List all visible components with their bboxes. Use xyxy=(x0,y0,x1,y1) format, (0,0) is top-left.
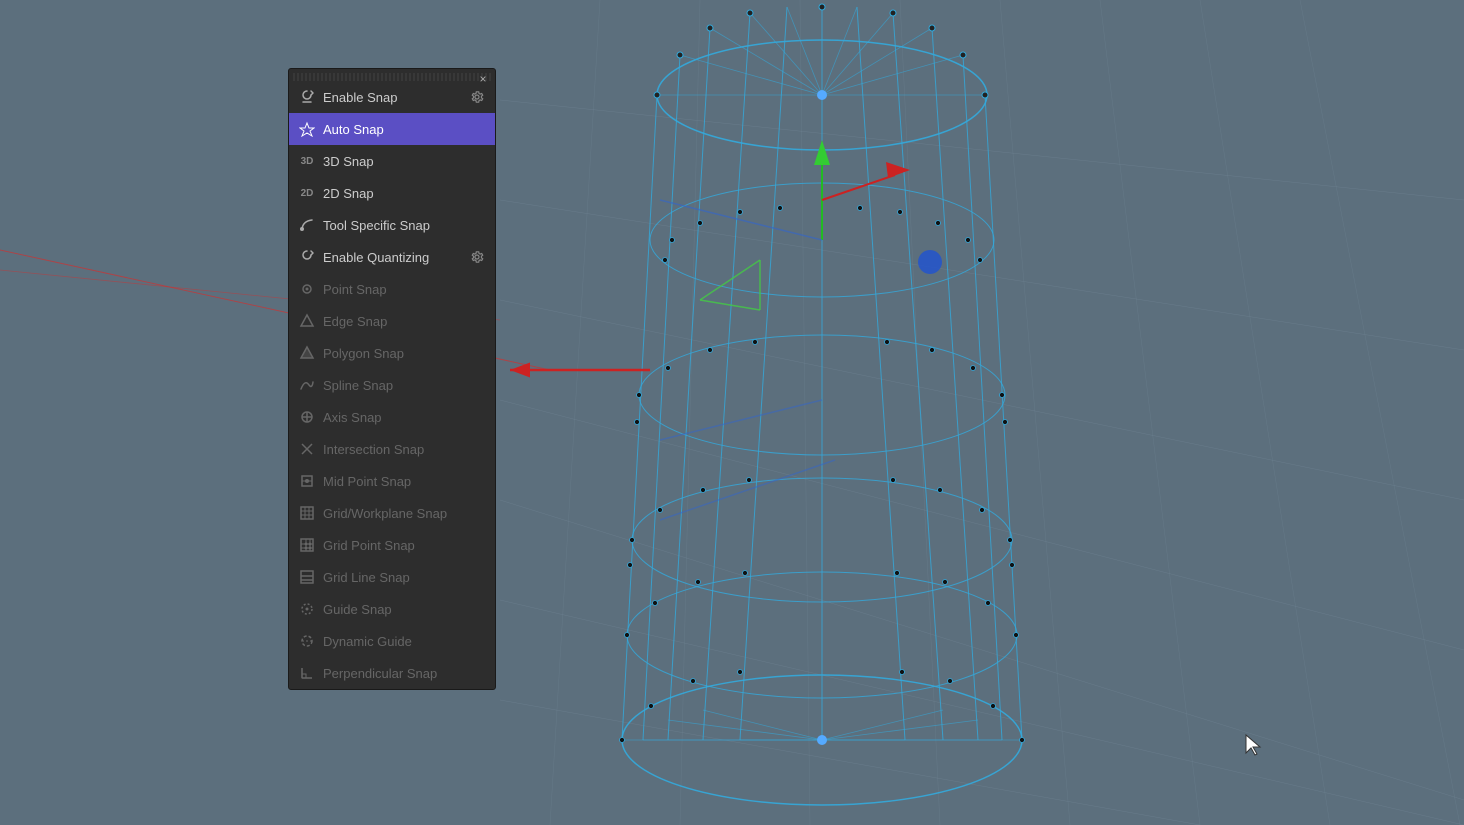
item-label-auto-snap: Auto Snap xyxy=(323,122,487,137)
panel-item-guide-snap: Guide Snap xyxy=(289,593,495,625)
panel-item-enable-quantizing[interactable]: Enable Quantizing xyxy=(289,241,495,273)
item-label-axis-snap: Axis Snap xyxy=(323,410,487,425)
panel-item-3d-snap[interactable]: 3D 3D Snap xyxy=(289,145,495,177)
panel-item-point-snap: Point Snap xyxy=(289,273,495,305)
panel-item-auto-snap[interactable]: Auto Snap xyxy=(289,113,495,145)
item-icon-intersection-snap xyxy=(297,439,317,459)
panel-drag-handle[interactable] xyxy=(293,73,491,81)
panel-item-dynamic-guide: Dynamic Guide xyxy=(289,625,495,657)
panel-item-spline-snap: Spline Snap xyxy=(289,369,495,401)
item-label-polygon-snap: Polygon Snap xyxy=(323,346,487,361)
item-icon-tool-specific-snap xyxy=(297,215,317,235)
panel-item-enable-snap[interactable]: Enable Snap xyxy=(289,81,495,113)
viewport xyxy=(0,0,1464,825)
item-label-grid-line-snap: Grid Line Snap xyxy=(323,570,487,585)
viewport-grid xyxy=(0,0,1464,825)
item-label-3d-snap: 3D Snap xyxy=(323,154,487,169)
item-icon-2d-snap: 2D xyxy=(297,183,317,203)
item-label-intersection-snap: Intersection Snap xyxy=(323,442,487,457)
panel-item-grid-point-snap: Grid Point Snap xyxy=(289,529,495,561)
item-icon-grid-line-snap xyxy=(297,567,317,587)
panel-item-polygon-snap: Polygon Snap xyxy=(289,337,495,369)
snap-panel: × Enable Snap Auto Snap 3D 3D Snap 2D 2D… xyxy=(288,68,496,690)
panel-item-edge-snap: Edge Snap xyxy=(289,305,495,337)
item-label-mid-point-snap: Mid Point Snap xyxy=(323,474,487,489)
item-icon-perpendicular-snap xyxy=(297,663,317,683)
item-gear-enable-quantizing[interactable] xyxy=(467,247,487,267)
item-icon-axis-snap xyxy=(297,407,317,427)
item-icon-grid-point-snap xyxy=(297,535,317,555)
item-label-guide-snap: Guide Snap xyxy=(323,602,487,617)
item-label-2d-snap: 2D Snap xyxy=(323,186,487,201)
item-icon-auto-snap xyxy=(297,119,317,139)
panel-item-mid-point-snap: Mid Point Snap xyxy=(289,465,495,497)
panel-item-tool-specific-snap[interactable]: Tool Specific Snap xyxy=(289,209,495,241)
panel-item-grid-line-snap: Grid Line Snap xyxy=(289,561,495,593)
item-label-edge-snap: Edge Snap xyxy=(323,314,487,329)
panel-item-axis-snap: Axis Snap xyxy=(289,401,495,433)
panel-item-intersection-snap: Intersection Snap xyxy=(289,433,495,465)
item-label-point-snap: Point Snap xyxy=(323,282,487,297)
item-icon-spline-snap xyxy=(297,375,317,395)
panel-item-2d-snap[interactable]: 2D 2D Snap xyxy=(289,177,495,209)
panel-item-grid-workplane-snap: Grid/Workplane Snap xyxy=(289,497,495,529)
item-label-grid-point-snap: Grid Point Snap xyxy=(323,538,487,553)
item-label-spline-snap: Spline Snap xyxy=(323,378,487,393)
item-icon-dynamic-guide xyxy=(297,631,317,651)
item-label-enable-quantizing: Enable Quantizing xyxy=(323,250,467,265)
item-icon-enable-snap xyxy=(297,87,317,107)
item-label-enable-snap: Enable Snap xyxy=(323,90,467,105)
item-icon-edge-snap xyxy=(297,311,317,331)
item-icon-mid-point-snap xyxy=(297,471,317,491)
panel-item-perpendicular-snap: Perpendicular Snap xyxy=(289,657,495,689)
item-icon-enable-quantizing xyxy=(297,247,317,267)
item-label-grid-workplane-snap: Grid/Workplane Snap xyxy=(323,506,487,521)
item-icon-point-snap xyxy=(297,279,317,299)
item-icon-grid-workplane-snap xyxy=(297,503,317,523)
item-label-dynamic-guide: Dynamic Guide xyxy=(323,634,487,649)
item-label-perpendicular-snap: Perpendicular Snap xyxy=(323,666,487,681)
item-label-tool-specific-snap: Tool Specific Snap xyxy=(323,218,487,233)
item-icon-guide-snap xyxy=(297,599,317,619)
item-icon-3d-snap: 3D xyxy=(297,151,317,171)
item-icon-polygon-snap xyxy=(297,343,317,363)
item-gear-enable-snap[interactable] xyxy=(467,87,487,107)
